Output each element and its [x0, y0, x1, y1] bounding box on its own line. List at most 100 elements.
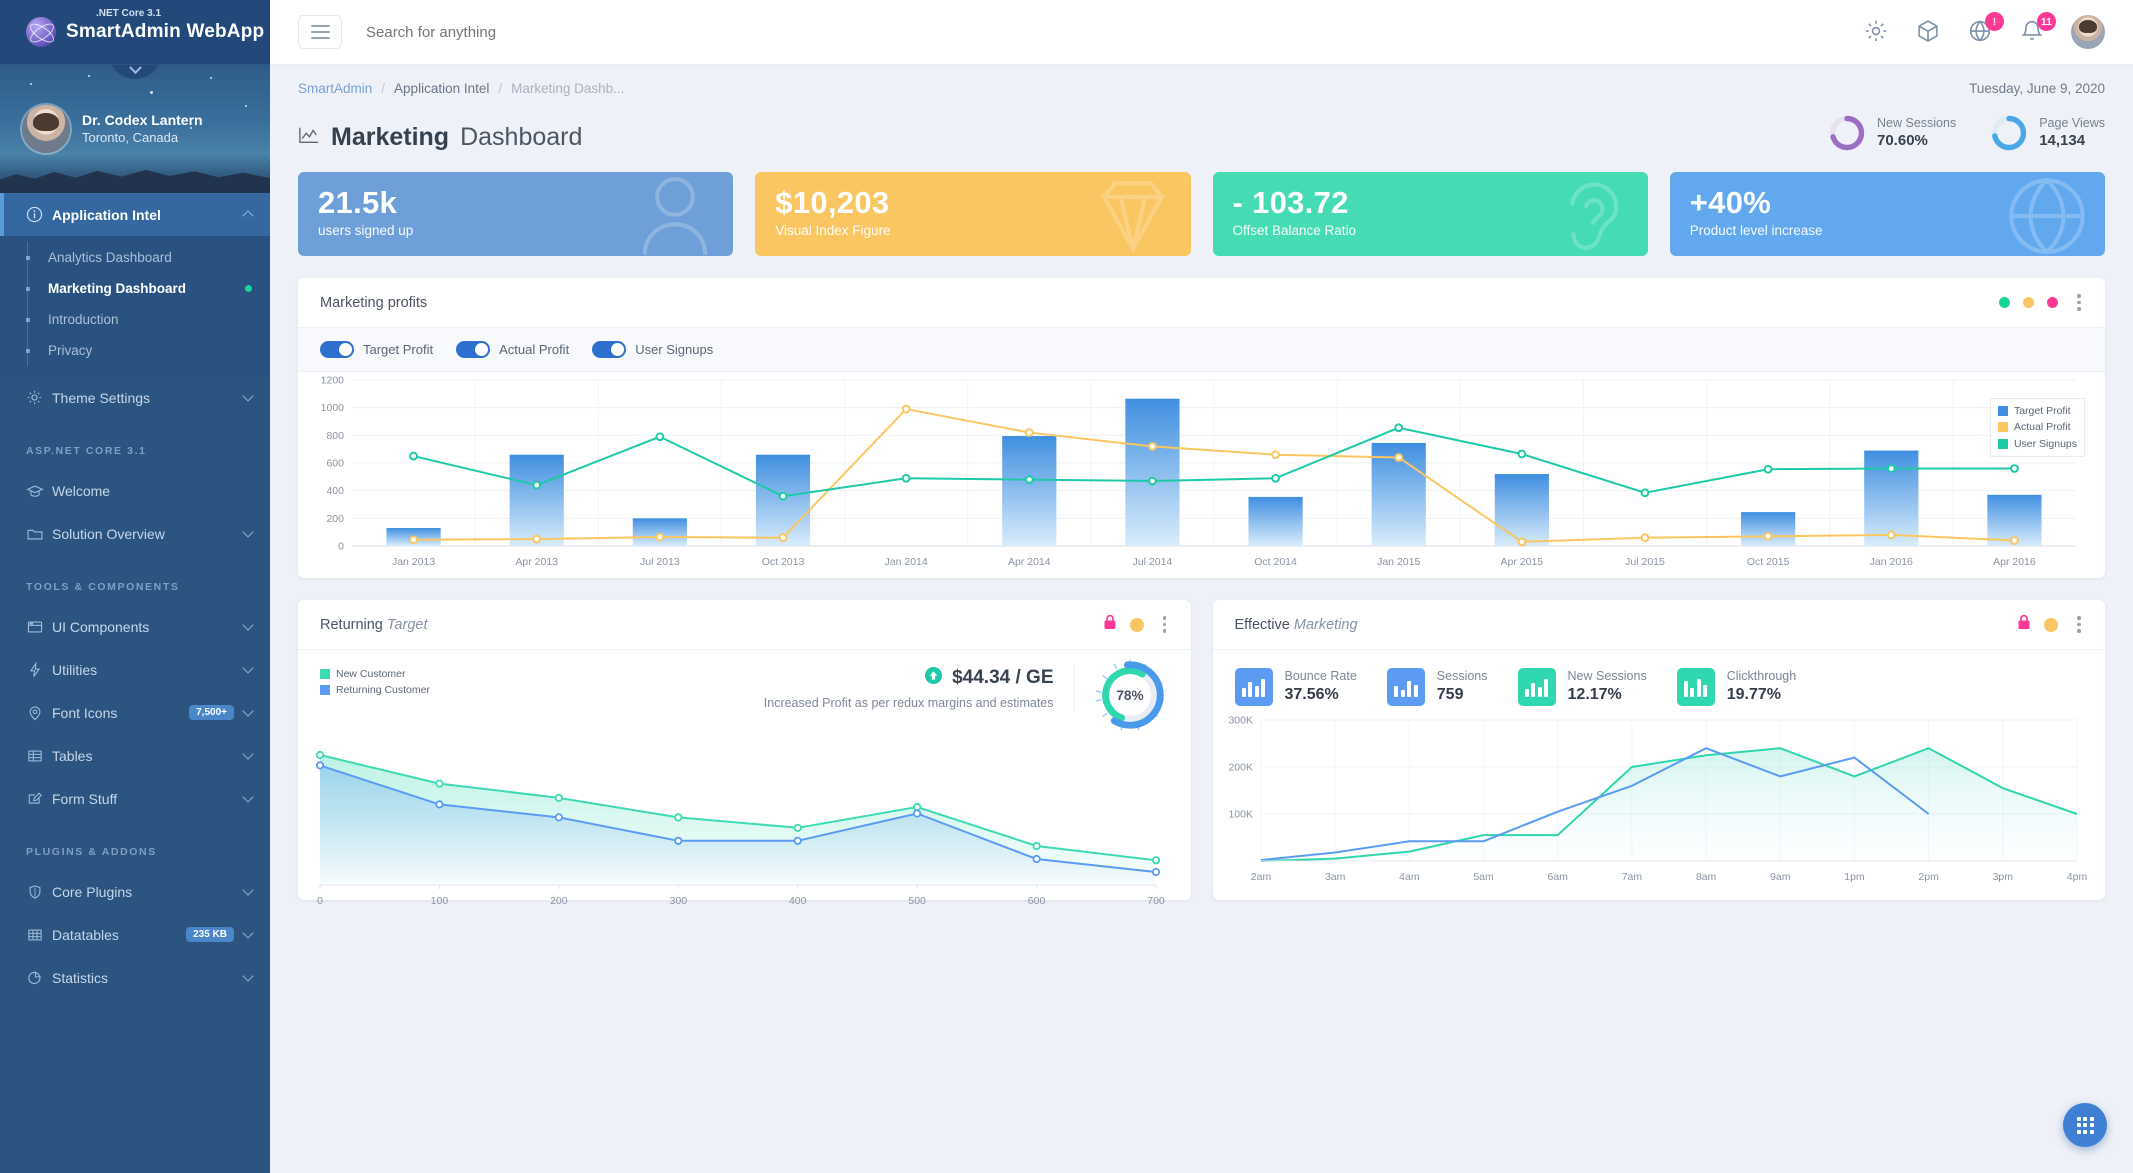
svg-text:1pm: 1pm — [1844, 871, 1865, 883]
card-tools — [2017, 614, 2083, 635]
svg-text:2am: 2am — [1250, 871, 1271, 883]
sidebar-item-welcome[interactable]: Welcome — [0, 469, 270, 512]
status-dot-yellow[interactable] — [2023, 297, 2034, 308]
sidebar-item-font-icons[interactable]: Font Icons 7,500+ — [0, 691, 270, 734]
apps-grid-fab[interactable] — [2063, 1103, 2107, 1147]
stat-label: Bounce Rate — [1284, 669, 1357, 684]
card-tools — [1999, 294, 2083, 311]
sidebar-item-form-stuff[interactable]: Form Stuff — [0, 777, 270, 820]
sidebar-item-datatables[interactable]: Datatables 235 KB — [0, 913, 270, 956]
status-dot-yellow[interactable] — [1129, 617, 1144, 632]
sidebar-section-plugins: PLUGINS & ADDONS — [26, 846, 157, 858]
stat-sessions: Sessions 759 — [1386, 668, 1488, 706]
mini-stat-value: 14,134 — [2039, 132, 2086, 150]
svg-text:Apr 2014: Apr 2014 — [1008, 556, 1051, 568]
gear-icon — [26, 389, 52, 406]
marketing-profits-card: Marketing profits Target Profit Actual P… — [298, 278, 2105, 578]
kpi-product-level-increase[interactable]: +40% Product level increase — [1669, 172, 2105, 256]
svg-text:Jul 2015: Jul 2015 — [1625, 556, 1665, 568]
svg-text:Apr 2013: Apr 2013 — [515, 556, 558, 568]
kpi-visual-index-figure[interactable]: $10,203 Visual Index Figure — [755, 172, 1191, 256]
search-input[interactable] — [366, 23, 726, 41]
mini-stat-new-sessions: New Sessions 70.60% — [1828, 114, 1956, 152]
sidebar-item-introduction[interactable]: Introduction — [0, 304, 270, 335]
avatar — [22, 105, 70, 153]
card-title-em: Target — [386, 616, 428, 633]
sidebar-item-analytics-dashboard[interactable]: Analytics Dashboard — [0, 242, 270, 273]
legend-swatch — [320, 685, 330, 696]
sidebar-item-utilities[interactable]: Utilities — [0, 648, 270, 691]
card-menu-icon[interactable] — [2071, 616, 2083, 633]
toggle-user-signups[interactable] — [592, 341, 627, 358]
sidebar-logo[interactable]: SmartAdmin WebApp .NET Core 3.1 — [0, 0, 270, 65]
sidebar-toggle-button[interactable] — [298, 15, 342, 49]
card-menu-icon[interactable] — [2071, 294, 2083, 311]
sidebar-collapse-toggle[interactable] — [109, 65, 161, 79]
toggle-label: Actual Profit — [499, 342, 570, 357]
sidebar-item-ui-components[interactable]: UI Components — [0, 605, 270, 648]
framework-label: .NET Core 3.1 — [96, 8, 162, 19]
toggle-actual-profit[interactable] — [456, 341, 491, 358]
cube-icon[interactable] — [1915, 18, 1943, 46]
lock-icon[interactable] — [1103, 614, 1117, 635]
stat-bounce-rate: Bounce Rate 37.56% — [1234, 668, 1357, 706]
settings-gear-icon[interactable] — [1863, 18, 1891, 46]
kpi-users-signed-up[interactable]: 21.5k users signed up — [298, 172, 734, 256]
returning-target-chart[interactable]: 0 100 200 300 400 500 600 700 — [298, 734, 1178, 909]
stat-value: 12.17% — [1567, 685, 1622, 703]
svg-text:Oct 2015: Oct 2015 — [1747, 556, 1790, 568]
chevron-up-icon — [242, 210, 254, 222]
mini-stat-label: Page Views — [2039, 116, 2105, 131]
sidebar-item-label: UI Components — [52, 618, 150, 635]
toggle-target-profit[interactable] — [320, 341, 354, 358]
kpi-tiles: 21.5k users signed up $10,203 Visual Ind… — [298, 172, 2105, 256]
lock-icon[interactable] — [2017, 614, 2031, 635]
profit-note: Increased Profit as per redux margins an… — [763, 696, 1054, 710]
chevron-down-icon — [242, 390, 254, 402]
breadcrumb-item-application-intel[interactable]: Application Intel — [394, 81, 489, 96]
sidebar-item-marketing-dashboard[interactable]: Marketing Dashboard — [0, 273, 270, 304]
svg-text:3pm: 3pm — [1992, 871, 2013, 883]
svg-text:Jan 2016: Jan 2016 — [1870, 556, 1913, 568]
chevron-down-icon — [242, 705, 254, 717]
status-dot-green[interactable] — [1999, 297, 2010, 308]
sidebar: SmartAdmin WebApp .NET Core 3.1 Dr. Code… — [0, 0, 270, 1173]
arrow-up-circle-icon — [924, 666, 943, 690]
svg-text:1200: 1200 — [321, 375, 345, 387]
sidebar-item-label: Solution Overview — [52, 525, 165, 542]
sidebar-user[interactable]: Dr. Codex Lantern Toronto, Canada — [22, 105, 203, 153]
globe-icon[interactable]: ! — [1967, 12, 2004, 46]
sidebar-submenu-application-intel: Analytics Dashboard Marketing Dashboard … — [0, 236, 270, 376]
profit-block: $44.34 / GE Increased Profit as per redu… — [764, 666, 1075, 710]
gauge-value: 78% — [1116, 688, 1143, 703]
sidebar-item-statistics[interactable]: Statistics — [0, 956, 270, 999]
sidebar-item-privacy[interactable]: Privacy — [0, 335, 270, 366]
effective-marketing-chart[interactable]: 100K 200K 300K 2am 3am 4am 5am 6am 7am 8am 9am 1pm 2… — [1213, 710, 2093, 885]
effective-stats: Bounce Rate 37.56% Sessions 759 New Sess… — [1213, 650, 2106, 706]
header-avatar[interactable] — [2071, 15, 2105, 49]
svg-text:400: 400 — [326, 485, 344, 497]
sidebar-item-application-intel[interactable]: Application Intel — [0, 193, 270, 236]
profit-value-row: $44.34 / GE — [764, 666, 1054, 690]
breadcrumb-separator: / — [381, 81, 386, 96]
sidebar-item-theme-settings[interactable]: Theme Settings — [0, 376, 270, 419]
breadcrumb-item-smartadmin[interactable]: SmartAdmin — [298, 81, 372, 96]
sidebar-item-core-plugins[interactable]: Core Plugins — [0, 870, 270, 913]
toggle-label: User Signups — [635, 342, 714, 357]
sidebar-item-solution-overview[interactable]: Solution Overview — [0, 512, 270, 555]
chevron-down-icon — [242, 619, 254, 631]
bell-icon[interactable]: 11 — [2019, 12, 2056, 46]
card-menu-icon[interactable] — [1157, 616, 1169, 633]
map-pin-icon — [26, 704, 52, 722]
marketing-profits-chart[interactable]: 0 200 400 600 800 1000 1200 Jan 2013 Apr 2013 Jul… — [306, 372, 2086, 572]
chevron-down-icon — [242, 526, 254, 538]
chevron-down-icon — [242, 791, 254, 803]
atom-logo-icon — [26, 17, 56, 47]
kpi-offset-balance-ratio[interactable]: - 103.72 Offset Balance Ratio — [1212, 172, 1648, 256]
sidebar-item-tables[interactable]: Tables — [0, 734, 270, 777]
mini-stat-value: 70.60% — [1877, 132, 1928, 150]
pencil-square-icon — [26, 790, 52, 808]
status-dot-yellow[interactable] — [2044, 617, 2058, 632]
svg-text:400: 400 — [789, 895, 807, 907]
status-dot-pink[interactable] — [2047, 297, 2058, 308]
